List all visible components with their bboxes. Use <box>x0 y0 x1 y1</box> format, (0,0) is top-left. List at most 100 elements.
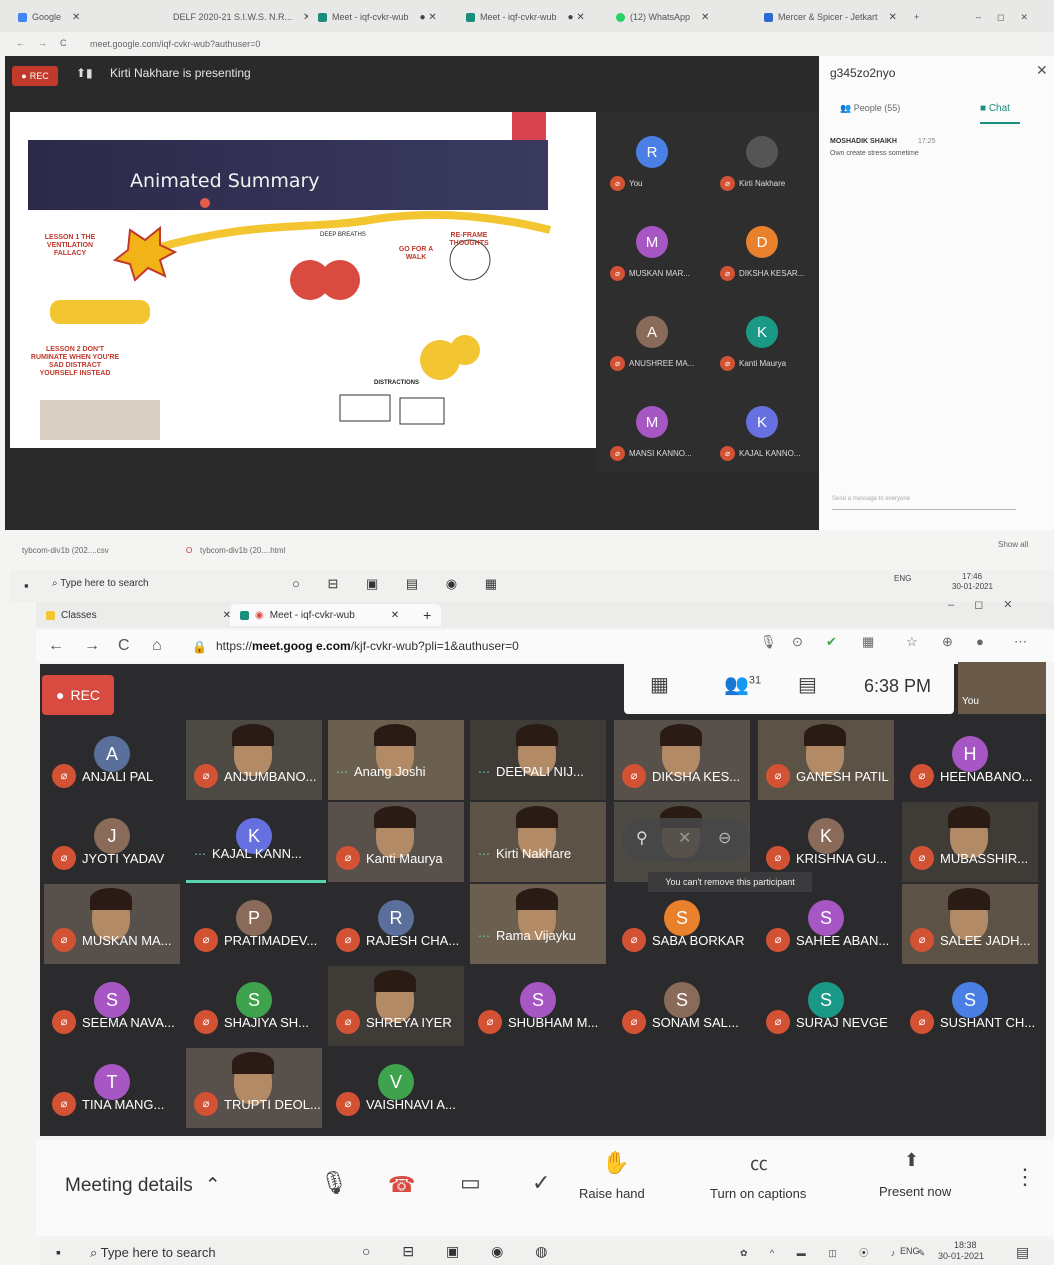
participant-tile[interactable]: S ⌀ SURAJ NEVGE <box>758 966 894 1046</box>
raise-hand-icon[interactable]: ✋ <box>602 1150 629 1176</box>
mic-icon[interactable]: 🎙 <box>760 634 777 650</box>
participant-tile[interactable]: A ⌀ ANJALI PAL <box>44 720 180 800</box>
taskbar-search-bottom[interactable]: ⌕ Type here to search <box>90 1245 216 1261</box>
taskbar-app-icons-bottom[interactable]: ○ ⊟ ▣ ◉ ◍ <box>362 1243 561 1260</box>
windows-start-icon[interactable]: ▪ <box>56 1244 61 1260</box>
forward-icon[interactable]: → <box>84 637 100 655</box>
chat-tab[interactable]: ■ Chat <box>980 103 1010 114</box>
reload-icon[interactable]: C <box>60 38 67 48</box>
participant-tile[interactable]: ⋯ Anang Joshi <box>328 720 464 800</box>
close-icon[interactable]: ● ✕ <box>420 12 437 23</box>
close-icon[interactable]: ✕ <box>889 12 897 23</box>
pin-icon[interactable]: ⚲ <box>636 828 648 848</box>
participant-tile[interactable]: ⌀ MUBASSHIR... <box>902 802 1038 882</box>
captions-button[interactable]: Turn on captions <box>710 1186 806 1201</box>
participant-tile[interactable]: J ⌀ JYOTI YADAV <box>44 802 180 882</box>
top-tab-whatsapp[interactable]: (12) WhatsApp ✕ <box>616 6 756 28</box>
top-participant-tile[interactable]: K ⌀ Kanti Maurya <box>710 300 820 388</box>
close-icon[interactable]: ✕ <box>1036 62 1048 79</box>
participant-tile[interactable]: T ⌀ TINA MANG... <box>44 1048 180 1128</box>
windows-start-icon[interactable]: ▪ <box>24 578 29 593</box>
collections-icon[interactable]: ⊕ <box>942 634 953 650</box>
top-participant-tile[interactable]: M ⌀ MUSKAN MAR... <box>600 210 710 298</box>
participant-tile[interactable]: ⌀ SHREYA IYER <box>328 966 464 1046</box>
participant-tile[interactable]: K ⋯ KAJAL KANN... <box>186 802 322 882</box>
participant-tile[interactable]: ⌀ TRUPTI DEOL... <box>186 1048 322 1128</box>
top-address-bar[interactable]: ← → C meet.google.com/iqf-cvkr-wub?authu… <box>0 32 1054 56</box>
chat-icon[interactable]: ▤ <box>798 672 817 697</box>
participant-tile[interactable]: R ⌀ RAJESH CHA... <box>328 884 464 964</box>
extension-icon[interactable]: ▦ <box>862 634 874 650</box>
close-icon[interactable]: ● ✕ <box>568 12 585 23</box>
download-item-html[interactable]: tybcom-div1b (20....html <box>200 546 285 555</box>
tab-classes[interactable]: Classes ✕ <box>46 604 231 626</box>
download-item-csv[interactable]: tybcom-div1b (202....csv <box>22 546 109 555</box>
people-tab[interactable]: 👥 People (55) <box>840 103 900 114</box>
taskbar-search[interactable]: ⌕ Type here to search <box>52 578 149 589</box>
top-tab-meet-1[interactable]: Meet - iqf-cvkr-wub ● ✕ <box>318 6 456 28</box>
remove-participant-icon[interactable]: ⊖ <box>718 828 731 848</box>
mute-participant-icon[interactable]: ✕ <box>678 828 691 848</box>
participant-tile[interactable]: K ⌀ KRISHNA GU... <box>758 802 894 882</box>
notifications-icon[interactable]: ▤ <box>1016 1244 1029 1261</box>
mic-icon[interactable]: 🎙 <box>320 1170 348 1196</box>
top-participant-tile[interactable]: K ⌀ KAJAL KANNO... <box>710 390 820 478</box>
participant-tile[interactable]: ⌀ DIKSHA KES... <box>614 720 750 800</box>
taskbar-app-icons[interactable]: ○ ⊟ ▣ ▤ ◉ ▦ <box>292 576 509 592</box>
top-tab-jetkart[interactable]: Mercer & Spicer - Jetkart ✕ <box>764 6 904 28</box>
check-icon[interactable]: ✔ <box>826 634 837 650</box>
camera-icon[interactable]: ▭ <box>460 1170 481 1196</box>
participant-tile[interactable]: ⌀ ANJUMBANO... <box>186 720 322 800</box>
participant-tile[interactable]: S ⌀ SHAJIYA SH... <box>186 966 322 1046</box>
reload-icon[interactable]: C <box>118 637 130 655</box>
tab-meet[interactable]: ◉ Meet - iqf-cvkr-wub ✕ + <box>230 604 442 626</box>
forward-icon[interactable]: → <box>38 38 47 48</box>
present-button[interactable]: Present now <box>879 1184 951 1199</box>
more-options-icon[interactable]: ⋮ <box>1014 1164 1036 1190</box>
favorite-icon[interactable]: ☆ <box>906 634 918 650</box>
participant-tile[interactable]: ⋯ DEEPALI NIJ... <box>470 720 606 800</box>
window-controls[interactable]: –◻✕ <box>948 598 1032 611</box>
top-tab-google[interactable]: Google ✕ <box>18 6 158 28</box>
participant-tile[interactable]: S ⌀ SAHEE ABAN... <box>758 884 894 964</box>
top-url[interactable]: meet.google.com/iqf-cvkr-wub?authuser=0 <box>90 39 260 49</box>
close-icon[interactable]: ✕ <box>72 12 80 23</box>
top-participant-tile[interactable]: M ⌀ MANSI KANNO... <box>600 390 710 478</box>
more-icon[interactable]: ⋯ <box>1014 634 1027 650</box>
people-icon[interactable]: 👥31 <box>724 672 761 697</box>
top-tab-delf[interactable]: DELF 2020-21 S.I.W.S. N.R... ✕ <box>168 6 308 28</box>
check-icon[interactable]: ✓ <box>532 1170 550 1196</box>
window-controls[interactable]: –◻✕ <box>976 6 1044 28</box>
participant-tile[interactable]: ⌀ Kanti Maurya <box>328 802 464 882</box>
raise-hand-button[interactable]: Raise hand <box>579 1186 645 1201</box>
participant-tile[interactable]: S ⌀ SEEMA NAVA... <box>44 966 180 1046</box>
profile-icon[interactable]: ● <box>976 634 984 649</box>
participant-tile[interactable]: S ⌀ SUSHANT CH... <box>902 966 1038 1046</box>
participant-tile[interactable]: ⌀ GANESH PATIL <box>758 720 894 800</box>
layout-grid-icon[interactable]: ▦ <box>650 672 669 697</box>
camera-icon[interactable]: ⊙ <box>792 634 803 650</box>
participant-tile[interactable]: S ⌀ SHUBHAM M... <box>470 966 606 1046</box>
participant-tile[interactable]: H ⌀ HEENABANO... <box>902 720 1038 800</box>
participant-tile[interactable]: P ⌀ PRATIMADEV... <box>186 884 322 964</box>
close-icon[interactable]: ✕ <box>701 12 709 23</box>
close-icon[interactable]: ✕ <box>303 12 308 23</box>
top-participant-tile[interactable]: ⌀ Kirti Nakhare <box>710 120 820 208</box>
top-participant-tile[interactable]: D ⌀ DIKSHA KESAR... <box>710 210 820 298</box>
participant-tile[interactable]: ⋯ Rama Vijayku <box>470 884 606 964</box>
show-all-link[interactable]: Show all <box>998 540 1028 549</box>
chat-input[interactable]: Send a message to everyone <box>832 496 1016 510</box>
meeting-details-button[interactable]: Meeting details ⌃ <box>65 1174 221 1197</box>
participant-tile[interactable]: S ⌀ SABA BORKAR <box>614 884 750 964</box>
hangup-icon[interactable]: ☎ <box>388 1172 415 1198</box>
url-field[interactable]: https://meet.goog e.com/kjf-cvkr-wub?pli… <box>216 639 519 653</box>
participant-tile[interactable]: S ⌀ SONAM SAL... <box>614 966 750 1046</box>
participant-tile[interactable]: ⌀ MUSKAN MA... <box>44 884 180 964</box>
participant-tile[interactable]: ⋯ Kirti Nakhare <box>470 802 606 882</box>
top-tab-meet-2[interactable]: Meet - iqf-cvkr-wub ● ✕ <box>466 6 606 28</box>
captions-icon[interactable]: ㏄ <box>750 1150 768 1176</box>
participant-tile[interactable]: V ⌀ VAISHNAVI A... <box>328 1048 464 1128</box>
present-icon[interactable]: ⬆ <box>904 1150 919 1171</box>
back-icon[interactable]: ← <box>16 38 25 48</box>
participant-tile[interactable]: ⌀ SALEE JADH... <box>902 884 1038 964</box>
